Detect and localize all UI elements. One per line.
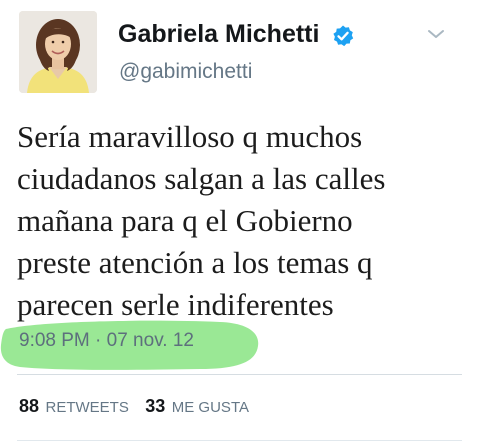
chevron-down-icon[interactable] [425,26,447,42]
tweet-stats: 88 RETWEETS 33 ME GUSTA [19,396,261,417]
likes-count: 33 [145,396,166,416]
tweet-card: Gabriela Michetti @gabimichetti Sería ma… [0,0,479,447]
verified-badge-icon [333,25,354,47]
avatar[interactable] [19,11,97,93]
retweets-label: RETWEETS [45,399,129,416]
author-display-name[interactable]: Gabriela Michetti [118,20,319,49]
retweets-stat[interactable]: 88 RETWEETS [19,396,129,417]
divider-bottom [17,440,462,441]
likes-label: ME GUSTA [171,399,249,416]
author-handle[interactable]: @gabimichetti [119,60,252,84]
tweet-text: Sería maravilloso q muchos ciudadanos sa… [17,119,386,322]
divider [17,374,462,375]
retweets-count: 88 [19,396,40,416]
tweet-timestamp[interactable]: 9:08 PM · 07 nov. 12 [19,330,194,352]
avatar-photo [19,11,97,93]
likes-stat[interactable]: 33 ME GUSTA [145,396,249,417]
